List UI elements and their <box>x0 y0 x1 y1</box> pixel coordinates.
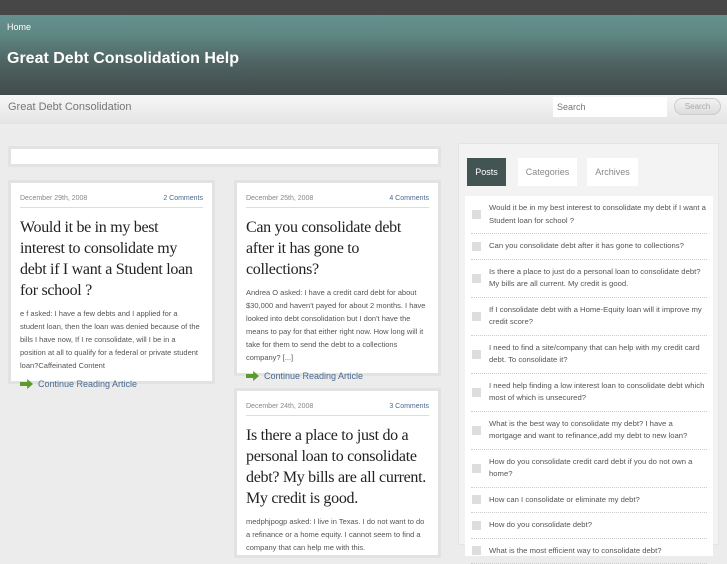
recent-post-link[interactable]: What is the best way to consolidate my d… <box>489 418 707 443</box>
post-card: December 29th, 2008 2 Comments Would it b… <box>8 180 215 384</box>
tab-archives[interactable]: Archives <box>587 158 638 186</box>
tab-categories[interactable]: Categories <box>518 158 577 186</box>
recent-post-item[interactable]: What is the most efficient way to consol… <box>471 539 707 564</box>
post-title[interactable]: Is there a place to just do a personal l… <box>246 425 429 509</box>
post-excerpt: e f asked: I have a few debts and I appl… <box>20 307 203 372</box>
bullet-square-icon <box>472 242 481 251</box>
post-comments-link[interactable]: 2 Comments <box>163 195 203 202</box>
continue-reading-label: Continue Reading Article <box>38 379 137 389</box>
recent-post-item[interactable]: Can you consolidate debt after it has go… <box>471 234 707 260</box>
top-bar <box>0 0 727 15</box>
bullet-square-icon <box>472 521 481 530</box>
post-comments-link[interactable]: 3 Comments <box>389 403 429 410</box>
bullet-square-icon <box>472 274 481 283</box>
recent-post-link[interactable]: How do you consolidate debt? <box>489 519 592 532</box>
bullet-square-icon <box>472 464 481 473</box>
bullet-square-icon <box>472 350 481 359</box>
recent-post-link[interactable]: I need to find a site/company that can h… <box>489 342 707 367</box>
arrow-right-icon <box>246 371 259 381</box>
post-excerpt: medphjpogp asked: I live in Texas. I do … <box>246 515 429 554</box>
recent-post-item[interactable]: I need to find a site/company that can h… <box>471 336 707 374</box>
search-button[interactable]: Search <box>674 98 721 115</box>
post-title[interactable]: Would it be in my best interest to conso… <box>20 217 203 301</box>
recent-post-item[interactable]: How can I consolidate or eliminate my de… <box>471 488 707 514</box>
recent-post-link[interactable]: How can I consolidate or eliminate my de… <box>489 494 640 507</box>
post-comments-link[interactable]: 4 Comments <box>389 195 429 202</box>
arrow-right-icon <box>20 379 33 389</box>
post-card: December 24th, 2008 3 Comments Is there a… <box>234 388 441 558</box>
post-title[interactable]: Can you consolidate debt after it has go… <box>246 217 429 280</box>
recent-post-item[interactable]: Would it be in my best interest to conso… <box>471 196 707 234</box>
recent-post-item[interactable]: I need help finding a low interest loan … <box>471 374 707 412</box>
site-header: Home Great Debt Consolidation Help <box>0 15 727 94</box>
continue-reading-link[interactable]: Continue Reading Article <box>20 379 203 389</box>
recent-post-item[interactable]: Is there a place to just do a personal l… <box>471 260 707 298</box>
bullet-square-icon <box>472 388 481 397</box>
bullet-square-icon <box>472 426 481 435</box>
recent-post-item[interactable]: How do you consolidate debt? <box>471 513 707 539</box>
bullet-square-icon <box>472 312 481 321</box>
recent-post-link[interactable]: If I consolidate debt with a Home-Equity… <box>489 304 707 329</box>
sub-header: Great Debt Consolidation Search <box>0 94 727 124</box>
post-date: December 29th, 2008 <box>20 195 87 202</box>
bullet-square-icon <box>472 210 481 219</box>
continue-reading-link[interactable]: Continue Reading Article <box>246 371 429 381</box>
site-tagline: Great Debt Consolidation <box>8 101 132 113</box>
recent-post-link[interactable]: How do you consolidate credit card debt … <box>489 456 707 481</box>
recent-posts-list: Would it be in my best interest to conso… <box>465 196 713 556</box>
recent-post-link[interactable]: I need help finding a low interest loan … <box>489 380 707 405</box>
continue-reading-label: Continue Reading Article <box>264 371 363 381</box>
post-date: December 25th, 2008 <box>246 195 313 202</box>
nav-home-link[interactable]: Home <box>7 22 31 32</box>
recent-post-link[interactable]: Can you consolidate debt after it has go… <box>489 240 684 253</box>
recent-post-link[interactable]: Would it be in my best interest to conso… <box>489 202 707 227</box>
post-card: December 25th, 2008 4 Comments Can you co… <box>234 180 441 376</box>
recent-post-item[interactable]: If I consolidate debt with a Home-Equity… <box>471 298 707 336</box>
site-title[interactable]: Great Debt Consolidation Help <box>7 50 239 68</box>
tab-posts[interactable]: Posts <box>467 158 506 186</box>
post-excerpt: Andrea O asked: I have a credit card deb… <box>246 286 429 364</box>
post-date: December 24th, 2008 <box>246 403 313 410</box>
sidebar: Posts Categories Archives Would it be in… <box>458 143 719 545</box>
recent-post-item[interactable]: What is the best way to consolidate my d… <box>471 412 707 450</box>
recent-post-link[interactable]: What is the most efficient way to consol… <box>489 545 662 558</box>
search-input[interactable] <box>553 97 667 117</box>
bullet-square-icon <box>472 546 481 555</box>
recent-post-link[interactable]: Is there a place to just do a personal l… <box>489 266 707 291</box>
content-banner-box <box>8 146 441 167</box>
recent-post-item[interactable]: How do you consolidate credit card debt … <box>471 450 707 488</box>
bullet-square-icon <box>472 495 481 504</box>
